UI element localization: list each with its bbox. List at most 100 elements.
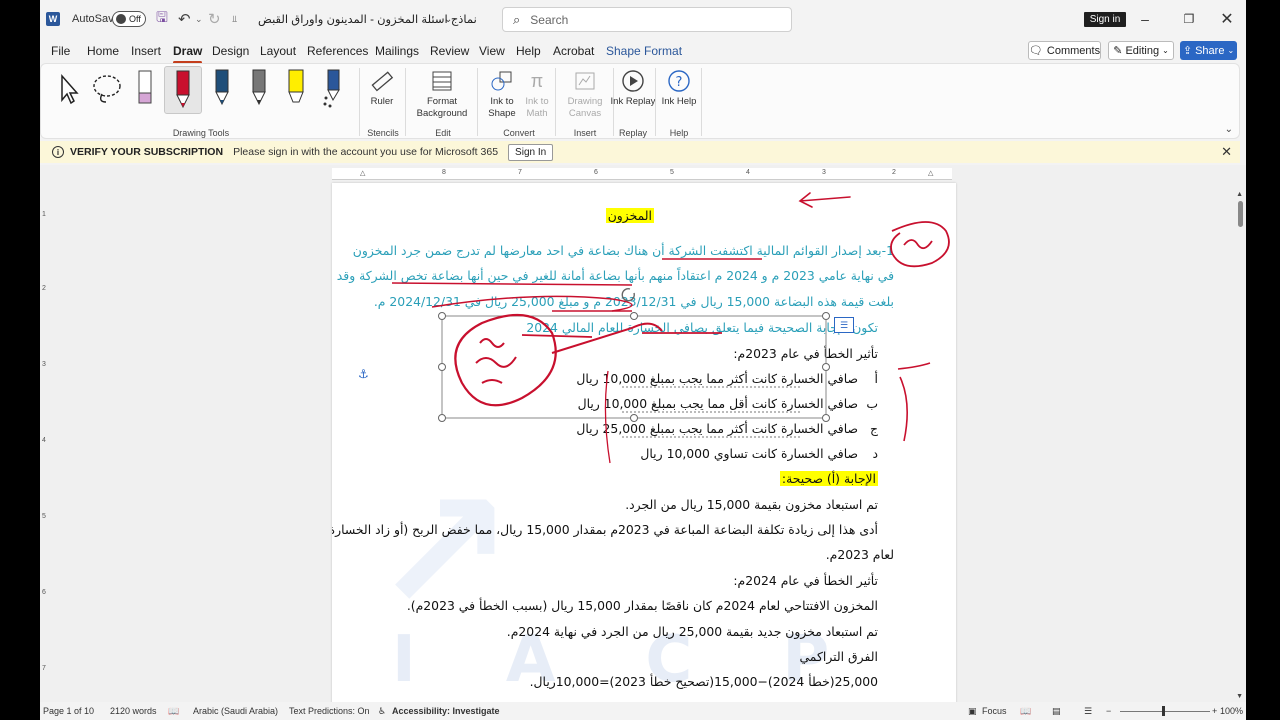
share-button[interactable]: ⇪ Share ⌄	[1180, 41, 1237, 60]
help-question-icon: ?	[666, 68, 692, 94]
scroll-thumb[interactable]	[1238, 201, 1243, 227]
pencil-tool-icon[interactable]	[241, 66, 277, 112]
share-label: Share	[1195, 44, 1225, 57]
ink-replay-label: Ink Replay	[610, 96, 656, 107]
ink-to-math-icon: π	[530, 70, 544, 91]
tab-layout[interactable]: Layout	[260, 40, 296, 62]
answer-option[interactable]: صافي الخسارة كانت تساوي 10,000 ريال	[640, 446, 858, 461]
scroll-up-icon[interactable]: ▲	[1236, 191, 1243, 198]
tab-design[interactable]: Design	[212, 40, 249, 62]
explanation-line: المخزون الافتتاحي لعام 2024م كان ناقصًا …	[406, 598, 878, 613]
zoom-slider-thumb[interactable]	[1162, 705, 1165, 716]
undo-icon[interactable]: ↶	[178, 0, 191, 38]
tab-view[interactable]: View	[479, 40, 505, 62]
proofing-icon[interactable]: 📖	[168, 702, 179, 720]
language-status[interactable]: Arabic (Saudi Arabia)	[193, 702, 278, 720]
stencils-group-label: Stencils	[367, 128, 399, 138]
ruler-button[interactable]: Ruler	[354, 68, 410, 108]
explanation-line: 25,000(خطأ 2024)−15,000(تصحيح خطأ 2023)=…	[529, 674, 878, 689]
collapse-ribbon-icon[interactable]: ⌄	[1225, 124, 1233, 135]
tab-draw[interactable]: Draw	[173, 40, 203, 64]
text-predictions-status[interactable]: Text Predictions: On	[289, 702, 370, 720]
word-app-icon: W	[46, 12, 60, 26]
tab-file[interactable]: File	[51, 40, 70, 62]
tab-mailings[interactable]: Mailings	[375, 40, 419, 62]
info-icon: i	[52, 146, 64, 158]
save-icon[interactable]: 🖫	[156, 0, 168, 38]
explanation-line: تم استبعاد مخزون بقيمة 15,000 ريال من ال…	[625, 497, 878, 512]
scroll-down-icon[interactable]: ▼	[1236, 693, 1243, 700]
tab-shape-format[interactable]: Shape Format	[606, 40, 682, 62]
print-layout-icon[interactable]: ▤	[1052, 702, 1061, 720]
minimize-icon[interactable]: –	[1130, 0, 1160, 38]
restore-icon[interactable]: ❐	[1174, 0, 1204, 38]
accessibility-status[interactable]: Accessibility: Investigate	[392, 702, 500, 720]
web-layout-icon[interactable]: ☰	[1084, 702, 1092, 720]
resize-handle	[438, 363, 446, 371]
undo-dropdown-icon[interactable]: ⌄	[195, 0, 203, 38]
answer-option[interactable]: صافي الخسارة كانت أكثر مما يجب بمبلغ 10,…	[576, 371, 858, 386]
ruler-label: Ruler	[370, 96, 394, 107]
sign-in-button[interactable]: Sign in	[1084, 12, 1126, 27]
ruler-marker-icon[interactable]: △	[928, 169, 933, 177]
search-input[interactable]: ⌕ Search	[502, 7, 792, 32]
answer-line: الإجابة (أ) صحيحة:	[779, 471, 878, 486]
layout-options-icon[interactable]: ☰	[834, 317, 854, 333]
action-pen-icon[interactable]	[315, 66, 351, 112]
answer-option[interactable]: صافي الخسارة كانت أقل مما يجب بمبلغ 10,0…	[578, 396, 858, 411]
lasso-select-icon[interactable]	[89, 66, 125, 112]
editing-mode-button[interactable]: ✎ Editing ⌄	[1108, 41, 1174, 60]
redo-icon[interactable]: ↻	[208, 0, 221, 38]
answer-option[interactable]: صافي الخسارة كانت أكثر مما يجب بمبلغ 25,…	[576, 421, 858, 436]
document-page[interactable]: ↗ IACP المخزون 1-بعد إصدار القوائم المال…	[332, 183, 956, 702]
tab-acrobat[interactable]: Acrobat	[553, 40, 594, 62]
vertical-ruler[interactable]: 1 2 3 4 5 6 7	[40, 183, 50, 702]
explanation-line: الفرق التراكمي	[799, 649, 878, 664]
question-line: 1-بعد إصدار القوائم المالية اكتشفت الشرك…	[352, 243, 894, 258]
highlighter-icon[interactable]	[278, 66, 314, 112]
ink-to-shape-icon	[489, 68, 515, 94]
eraser-tool-icon[interactable]	[127, 66, 163, 112]
tab-references[interactable]: References	[307, 40, 368, 62]
ink-to-math-button[interactable]: π Ink to Math	[514, 68, 560, 120]
close-icon[interactable]: ✕	[1212, 0, 1242, 38]
svg-text:?: ?	[676, 75, 683, 90]
ribbon-separator	[555, 68, 556, 136]
tab-help[interactable]: Help	[516, 40, 541, 62]
document-area[interactable]: △ 8 7 6 5 4 3 2 △ 1 2 3 4 5 6 7 ↗ IACP ا…	[40, 165, 1246, 702]
tab-review[interactable]: Review	[430, 40, 469, 62]
close-icon[interactable]: ✕	[1221, 144, 1232, 160]
format-background-button[interactable]: Format Background	[411, 68, 473, 120]
zoom-slider[interactable]	[1120, 702, 1210, 720]
horizontal-ruler[interactable]: △ 8 7 6 5 4 3 2 △	[332, 168, 952, 180]
tab-insert[interactable]: Insert	[131, 40, 161, 62]
explanation-line: تم استبعاد مخزون جديد بقيمة 25,000 ريال …	[506, 624, 878, 639]
accessibility-icon[interactable]: ♿	[378, 702, 386, 720]
autosave-toggle[interactable]: Off	[112, 11, 146, 27]
customize-qat-icon[interactable]: ⫫	[232, 0, 237, 38]
word-count[interactable]: 2120 words	[110, 702, 157, 720]
zoom-out-icon[interactable]: −	[1106, 702, 1111, 720]
focus-button[interactable]: Focus	[982, 702, 1007, 720]
read-mode-icon[interactable]: 📖	[1020, 702, 1031, 720]
focus-icon[interactable]: ▣	[968, 702, 977, 720]
select-tool-icon[interactable]	[51, 66, 87, 112]
tab-home[interactable]: Home	[87, 40, 119, 62]
message-sign-in-button[interactable]: Sign In	[508, 143, 554, 161]
zoom-level[interactable]: 100%	[1220, 702, 1243, 720]
toggle-knob	[116, 14, 126, 24]
ruler-number: 8	[442, 169, 446, 176]
blue-pen-icon[interactable]	[204, 66, 240, 112]
explanation-line: تأثير الخطأ في عام 2024م:	[733, 573, 878, 588]
comments-button[interactable]: 🗨 Comments	[1028, 41, 1101, 60]
message-text: Please sign in with the account you use …	[233, 146, 499, 158]
ruler-marker-icon[interactable]: △	[360, 169, 365, 177]
zoom-in-icon[interactable]: +	[1212, 702, 1217, 720]
chevron-down-icon[interactable]: ⌄	[444, 0, 452, 38]
ink-replay-icon	[620, 68, 646, 94]
red-pen-icon[interactable]	[164, 66, 202, 114]
ink-help-button[interactable]: ? Ink Help	[651, 68, 707, 108]
help-group-label: Help	[669, 128, 689, 138]
page-count[interactable]: Page 1 of 10	[43, 702, 94, 720]
vertical-scrollbar[interactable]	[1234, 189, 1246, 699]
